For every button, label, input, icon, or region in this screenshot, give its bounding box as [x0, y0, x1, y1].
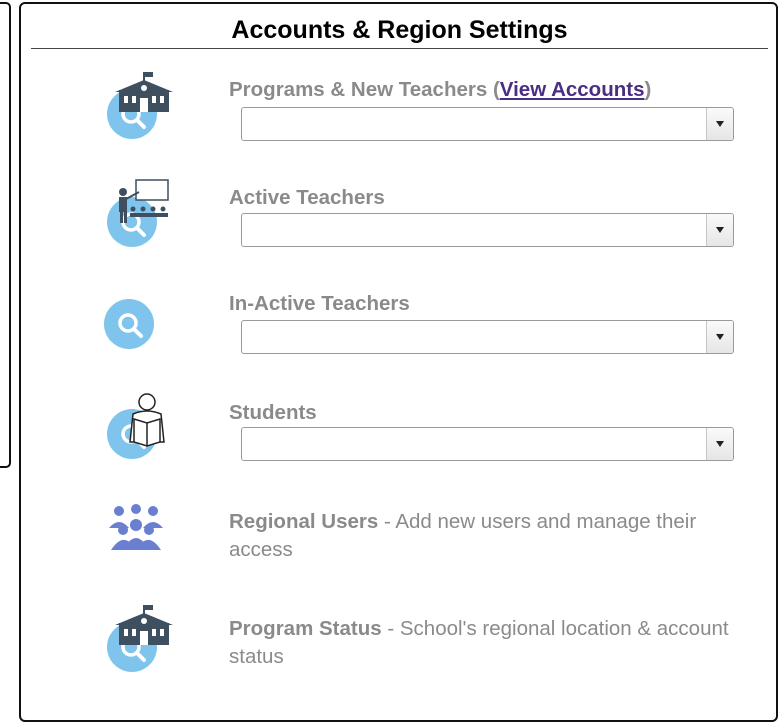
program-status-title: Program Status: [229, 617, 382, 640]
chevron-down-icon[interactable]: [706, 428, 733, 460]
active-teachers-select[interactable]: [241, 213, 734, 247]
chevron-down-icon[interactable]: [706, 321, 733, 353]
students-select[interactable]: [241, 427, 734, 461]
search-icon: [101, 285, 177, 355]
accounts-region-settings-panel: Accounts & Region Settings Programs & Ne…: [19, 2, 778, 722]
regional-users-text[interactable]: Regional Users - Add new users and manag…: [229, 508, 749, 564]
student-reading-search-icon: [101, 392, 177, 462]
active-teachers-label: Active Teachers: [229, 186, 385, 209]
programs-select[interactable]: [241, 107, 734, 141]
inactive-teachers-label: In-Active Teachers: [229, 292, 410, 315]
users-group-icon: [101, 498, 177, 568]
program-status-text[interactable]: Program Status - School's regional locat…: [229, 615, 749, 671]
regional-users-title: Regional Users: [229, 510, 379, 533]
view-accounts-link[interactable]: View Accounts: [500, 78, 645, 101]
chevron-down-icon[interactable]: [706, 108, 733, 140]
teacher-class-search-icon: [101, 178, 177, 248]
left-side-panel: [0, 2, 11, 468]
students-label: Students: [229, 401, 317, 424]
programs-label: Programs & New Teachers (View Accounts): [229, 78, 652, 101]
chevron-down-icon[interactable]: [706, 214, 733, 246]
panel-title: Accounts & Region Settings: [31, 12, 768, 49]
school-search-icon: [101, 72, 177, 142]
school-search-icon: [101, 605, 177, 675]
inactive-teachers-select[interactable]: [241, 320, 734, 354]
